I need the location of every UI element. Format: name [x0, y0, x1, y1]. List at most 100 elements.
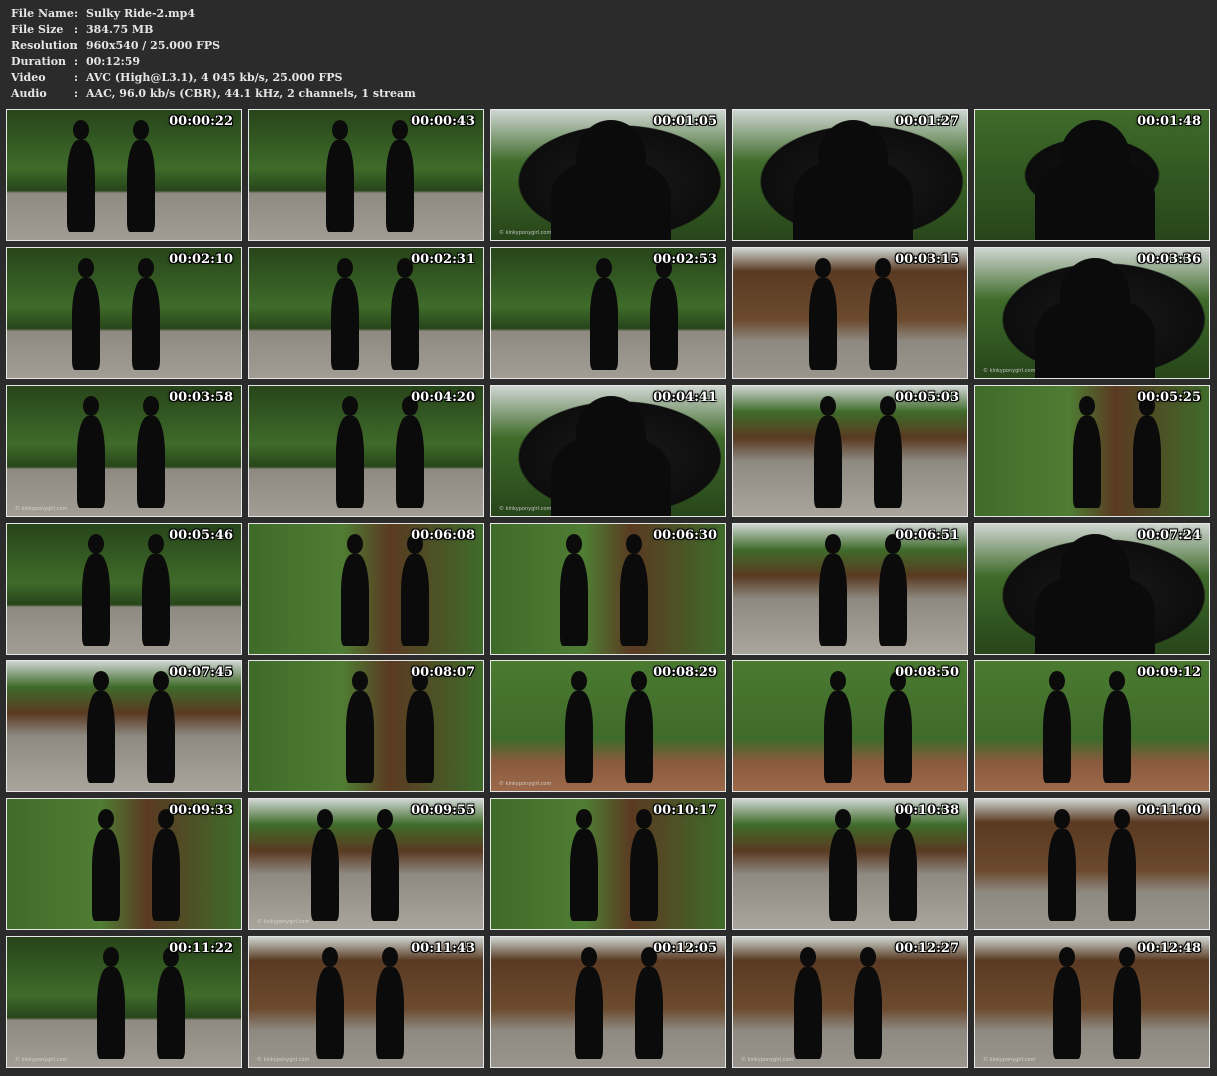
figure-silhouette [560, 554, 588, 646]
figure-head [342, 396, 358, 416]
video-thumbnail[interactable]: 00:01:48 [974, 109, 1210, 241]
video-thumbnail[interactable]: 00:01:05 © kinkyponygirl.com [490, 109, 726, 241]
video-thumbnail[interactable]: 00:03:15 [732, 247, 968, 379]
figure-silhouette [1133, 416, 1161, 508]
thumbnail-timestamp: 00:01:05 [653, 114, 717, 129]
figure-silhouette [884, 691, 912, 783]
video-thumbnail[interactable]: 00:06:30 [490, 523, 726, 655]
figure-silhouette [371, 829, 399, 921]
video-thumbnail[interactable]: 00:12:05 [490, 936, 726, 1068]
figure-silhouette [406, 691, 434, 783]
thumbnail-frame-image [733, 386, 967, 516]
video-thumbnail[interactable]: 00:02:31 [248, 247, 484, 379]
figure-silhouette [316, 967, 344, 1059]
figure-head [1049, 671, 1065, 691]
figure-head [835, 809, 851, 829]
figure-silhouette [575, 967, 603, 1059]
video-thumbnail[interactable]: 00:05:25 [974, 385, 1210, 517]
thumbnail-timestamp: 00:01:27 [895, 114, 959, 129]
thumbnail-frame-image [491, 937, 725, 1067]
thumbnail-timestamp: 00:09:33 [169, 803, 233, 818]
video-thumbnail[interactable]: 00:04:41 © kinkyponygirl.com [490, 385, 726, 517]
video-thumbnail[interactable]: 00:10:38 [732, 798, 968, 930]
video-thumbnail[interactable]: 00:03:58 © kinkyponygirl.com [6, 385, 242, 517]
figure-head [337, 258, 353, 278]
video-thumbnail[interactable]: 00:01:27 [732, 109, 968, 241]
video-thumbnail[interactable]: 00:12:27 © kinkyponygirl.com [732, 936, 968, 1068]
thumbnail-timestamp: 00:11:22 [169, 941, 233, 956]
thumbnail-timestamp: 00:07:45 [169, 665, 233, 680]
video-thumbnail[interactable]: 00:08:07 [248, 660, 484, 792]
video-thumbnail[interactable]: 00:00:22 [6, 109, 242, 241]
video-thumbnail[interactable]: 00:11:43 © kinkyponygirl.com [248, 936, 484, 1068]
thumbnail-watermark: © kinkyponygirl.com [983, 1057, 1036, 1063]
video-thumbnail[interactable]: 00:07:45 [6, 660, 242, 792]
video-thumbnail[interactable]: 00:06:51 [732, 523, 968, 655]
thumbnail-timestamp: 00:08:50 [895, 665, 959, 680]
thumbnail-frame-image [7, 661, 241, 791]
video-thumbnail[interactable]: 00:08:29 © kinkyponygirl.com [490, 660, 726, 792]
thumbnail-watermark: © kinkyponygirl.com [257, 1057, 310, 1063]
thumbnail-timestamp: 00:09:55 [411, 803, 475, 818]
video-thumbnail[interactable]: 00:12:48 © kinkyponygirl.com [974, 936, 1210, 1068]
figure-silhouette [889, 829, 917, 921]
figure-head [138, 258, 154, 278]
figure-head [576, 809, 592, 829]
thumbnail-timestamp: 00:06:08 [411, 528, 475, 543]
video-thumbnail[interactable]: 00:07:24 [974, 523, 1210, 655]
figure-silhouette [67, 140, 95, 232]
figure-silhouette [1053, 967, 1081, 1059]
video-thumbnail[interactable]: 00:09:12 [974, 660, 1210, 792]
video-thumbnail[interactable]: 00:08:50 [732, 660, 968, 792]
figure-head [148, 534, 164, 554]
video-thumbnail[interactable]: 00:03:36 © kinkyponygirl.com [974, 247, 1210, 379]
video-thumbnail[interactable]: 00:10:17 [490, 798, 726, 930]
thumbnail-timestamp: 00:07:24 [1137, 528, 1201, 543]
thumbnail-timestamp: 00:02:10 [169, 252, 233, 267]
figure-silhouette [879, 554, 907, 646]
figure-head [98, 809, 114, 829]
thumbnail-frame-image [249, 937, 483, 1067]
thumbnail-frame-image [249, 799, 483, 929]
figure-head [377, 809, 393, 829]
figure-head [631, 671, 647, 691]
figure-head [820, 396, 836, 416]
figure-head [143, 396, 159, 416]
thumbnail-frame-image [733, 524, 967, 654]
figure-head [1114, 809, 1130, 829]
thumbnail-frame-image [7, 799, 241, 929]
thumbnail-watermark: © kinkyponygirl.com [499, 506, 552, 512]
thumbnail-timestamp: 00:03:58 [169, 390, 233, 405]
figure-head [825, 534, 841, 554]
figure-silhouette [570, 829, 598, 921]
thumbnail-timestamp: 00:00:43 [411, 114, 475, 129]
video-thumbnail[interactable]: 00:02:10 [6, 247, 242, 379]
thumbnail-frame-image [7, 524, 241, 654]
video-thumbnail[interactable]: 00:05:03 [732, 385, 968, 517]
video-thumbnail[interactable]: 00:09:55 © kinkyponygirl.com [248, 798, 484, 930]
thumbnail-frame-image [7, 386, 241, 516]
video-thumbnail[interactable]: 00:11:00 [974, 798, 1210, 930]
thumbnail-watermark: © kinkyponygirl.com [499, 230, 552, 236]
video-thumbnail[interactable]: 00:02:53 [490, 247, 726, 379]
figure-head [596, 258, 612, 278]
figure-silhouette [650, 278, 678, 370]
video-thumbnail[interactable]: 00:11:22 © kinkyponygirl.com [6, 936, 242, 1068]
figure-head [347, 534, 363, 554]
figure-head [576, 120, 646, 195]
figure-silhouette [331, 278, 359, 370]
thumbnail-frame-image [975, 937, 1209, 1067]
thumbnail-frame-image [733, 937, 967, 1067]
video-thumbnail[interactable]: 00:00:43 [248, 109, 484, 241]
video-thumbnail[interactable]: 00:09:33 [6, 798, 242, 930]
thumbnail-timestamp: 00:06:51 [895, 528, 959, 543]
video-thumbnail[interactable]: 00:04:20 [248, 385, 484, 517]
video-thumbnail[interactable]: 00:06:08 [248, 523, 484, 655]
thumbnail-timestamp: 00:06:30 [653, 528, 717, 543]
figure-head [636, 809, 652, 829]
figure-head [830, 671, 846, 691]
video-thumbnail[interactable]: 00:05:46 [6, 523, 242, 655]
thumbnail-timestamp: 00:05:25 [1137, 390, 1201, 405]
figure-silhouette [92, 829, 120, 921]
figure-head [1059, 947, 1075, 967]
